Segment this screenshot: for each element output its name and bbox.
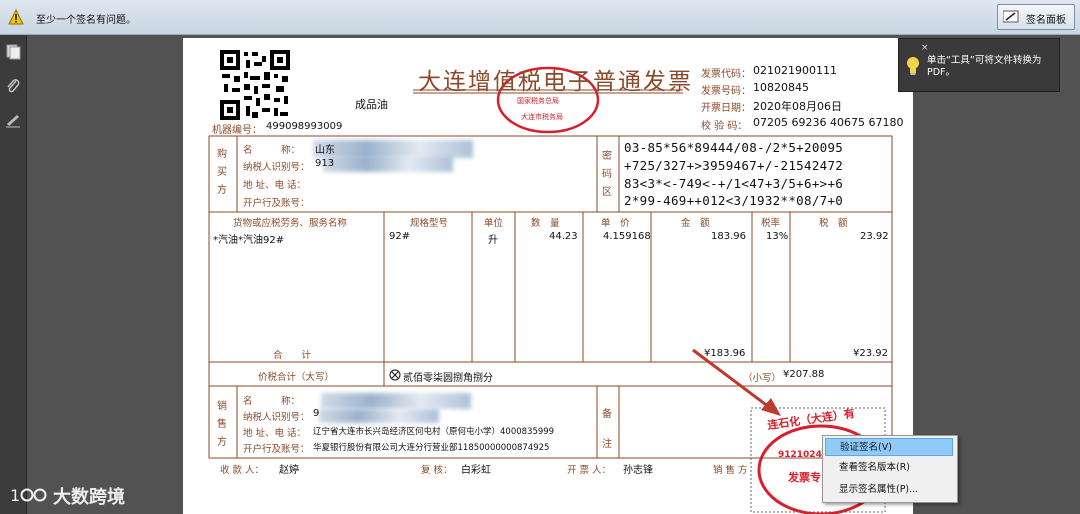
watermark-text: 大数跨境 (53, 487, 125, 508)
drawer-value: 孙志锋 (623, 465, 653, 476)
cipher-line: 83<3*<-749<-+/1<47+3/5+6+>+6 (624, 176, 844, 191)
signature-warning-bar: 至少一个签名有问题。 签名面板 (0, 0, 1080, 35)
signature-context-menu: 验证签名(V) 查看签名版本(R) 显示签名属性(P)... (822, 435, 958, 503)
cipher-line: +725/327+>3959467+/-21542472 (624, 158, 844, 173)
row-unit: 升 (488, 235, 498, 246)
blurred-buyer-tax (323, 156, 453, 172)
menu-show-signature-properties[interactable]: 显示签名属性(P)... (825, 481, 953, 499)
header-qty: 数 量 (531, 218, 560, 229)
number-label: 发票号码： (701, 86, 751, 97)
stamp-bottom-text: 大连市税务局 (521, 113, 563, 121)
invoice-title: 大连增值税电子普通发票 (418, 69, 693, 95)
invoice-number: 10820845 (753, 81, 809, 94)
row-amount: 183.96 (711, 231, 746, 242)
menu-view-signed-version[interactable]: 查看签名版本(R) (825, 459, 953, 477)
seller-name-label: 名 称： (243, 396, 301, 407)
reviewer-value: 白彩虹 (461, 465, 491, 476)
header-unit: 单位 (484, 218, 504, 229)
drawer-label: 开 票 人： (567, 465, 612, 476)
qr-code (220, 50, 290, 120)
seller-side-label: 销售方 (217, 401, 227, 448)
blurred-seller-tax (319, 409, 439, 423)
sum-small-value: ¥207.88 (783, 369, 825, 380)
seller-tax-label: 纳税人识别号： (243, 412, 310, 423)
warning-pen-icon (8, 9, 24, 25)
seller-tax-value: 9 (313, 408, 320, 419)
code-label: 发票代码： (701, 69, 751, 80)
reviewer-label: 复 核： (421, 465, 453, 476)
lightbulb-icon (907, 57, 919, 75)
header-item: 货物或应税劳务、服务名称 (233, 218, 348, 229)
header-rate: 税率 (761, 218, 781, 229)
svg-text:1: 1 (10, 486, 20, 505)
seller-address-value: 辽宁省大连市长兴岛经济区何屯村（原何屯小学）4000835999 (313, 427, 555, 437)
buyer-address-label: 地 址、电 话： (243, 180, 307, 191)
invoice-date: 2020年08月06日 (753, 100, 842, 113)
pages-icon[interactable] (5, 44, 21, 60)
sum-label: 价税合计（大写） (258, 372, 335, 383)
header-spec: 规格型号 (410, 218, 449, 229)
stamp-top-text: 国家税务总局 (517, 97, 559, 105)
signature-panel-button[interactable]: 签名面板 (997, 4, 1075, 30)
buyer-tax-value: 913 (315, 158, 335, 169)
payee-label: 收 款 人： (220, 465, 265, 476)
tools-tooltip: × 单击“工具”可将文件转换为PDF。 (898, 38, 1060, 92)
warning-text: 至少一个签名有问题。 (36, 15, 136, 26)
menu-validate-signature[interactable]: 验证签名(V) (825, 438, 953, 456)
row-item: *汽油*汽油92# (213, 235, 285, 246)
total-amount: ¥183.96 (704, 348, 746, 359)
row-spec: 92# (389, 231, 411, 242)
row-tax: 23.92 (860, 231, 889, 242)
attachment-icon[interactable] (5, 78, 21, 94)
seller-stamp-bottom: 发票专 (788, 471, 821, 484)
check-label: 校 验 码： (701, 121, 748, 132)
machine-number: 499098993009 (266, 121, 343, 132)
signatures-icon[interactable] (5, 112, 21, 128)
sum-small-label: （小写） (743, 373, 782, 384)
row-rate: 13% (766, 231, 789, 242)
signature-panel-label: 签名面板 (1026, 15, 1066, 26)
cipher-side-label: 密码区 (602, 151, 612, 198)
brand-logo-icon: 1 (10, 486, 47, 505)
invoice-page: 大连增值税电子普通发票 成品油 机器编号： 499098993009 发票代码：… (183, 38, 913, 514)
tooltip-text: 单击“工具”可将文件转换为PDF。 (927, 55, 1042, 78)
cipher-line: 2*99-469++012<3/1932**08/7+0 (624, 193, 844, 208)
check-code: 07205 69236 40675 67180 (753, 116, 904, 129)
buyer-name-value: 山东 (315, 145, 335, 156)
seller-bank-value: 华夏银行股份有限公司大连分行营业部11850000000874925 (313, 443, 550, 453)
close-icon[interactable]: × (921, 43, 929, 53)
navigation-pane (0, 35, 27, 514)
row-price: 4.159168 (603, 231, 651, 242)
seller-address-label: 地 址、电 话： (243, 428, 307, 439)
buyer-side-label: 购买方 (217, 149, 227, 196)
total-label: 合 计 (273, 350, 312, 361)
header-amount: 金 额 (681, 218, 710, 229)
sum-words: 贰佰零柒圆捌角捌分 (403, 373, 493, 384)
date-label: 开票日期： (701, 103, 751, 114)
payee-value: 赵婷 (279, 465, 299, 476)
invoice-subtitle: 成品油 (355, 98, 388, 111)
blurred-seller-name (321, 393, 471, 409)
row-qty: 44.23 (549, 231, 578, 242)
header-tax: 税 额 (819, 218, 848, 229)
header-price: 单 价 (601, 218, 630, 229)
remark-side-label: 备注 (602, 409, 612, 450)
seller-bank-label: 开户行及账号： (243, 444, 310, 455)
buyer-tax-label: 纳税人识别号： (243, 162, 310, 173)
machine-number-label: 机器编号： (212, 125, 262, 136)
total-tax: ¥23.92 (853, 348, 888, 359)
cipher-line: 03-85*56*89444/08-/2*5+20095 (624, 140, 844, 155)
buyer-bank-label: 开户行及账号： (243, 198, 310, 209)
signature-pen-icon (1003, 10, 1019, 23)
cross-circle-icon (389, 369, 401, 381)
buyer-name-label: 名 称： (243, 145, 301, 156)
seller-sign-label: 销 售 方 (713, 465, 748, 476)
invoice-code: 021021900111 (753, 64, 837, 77)
